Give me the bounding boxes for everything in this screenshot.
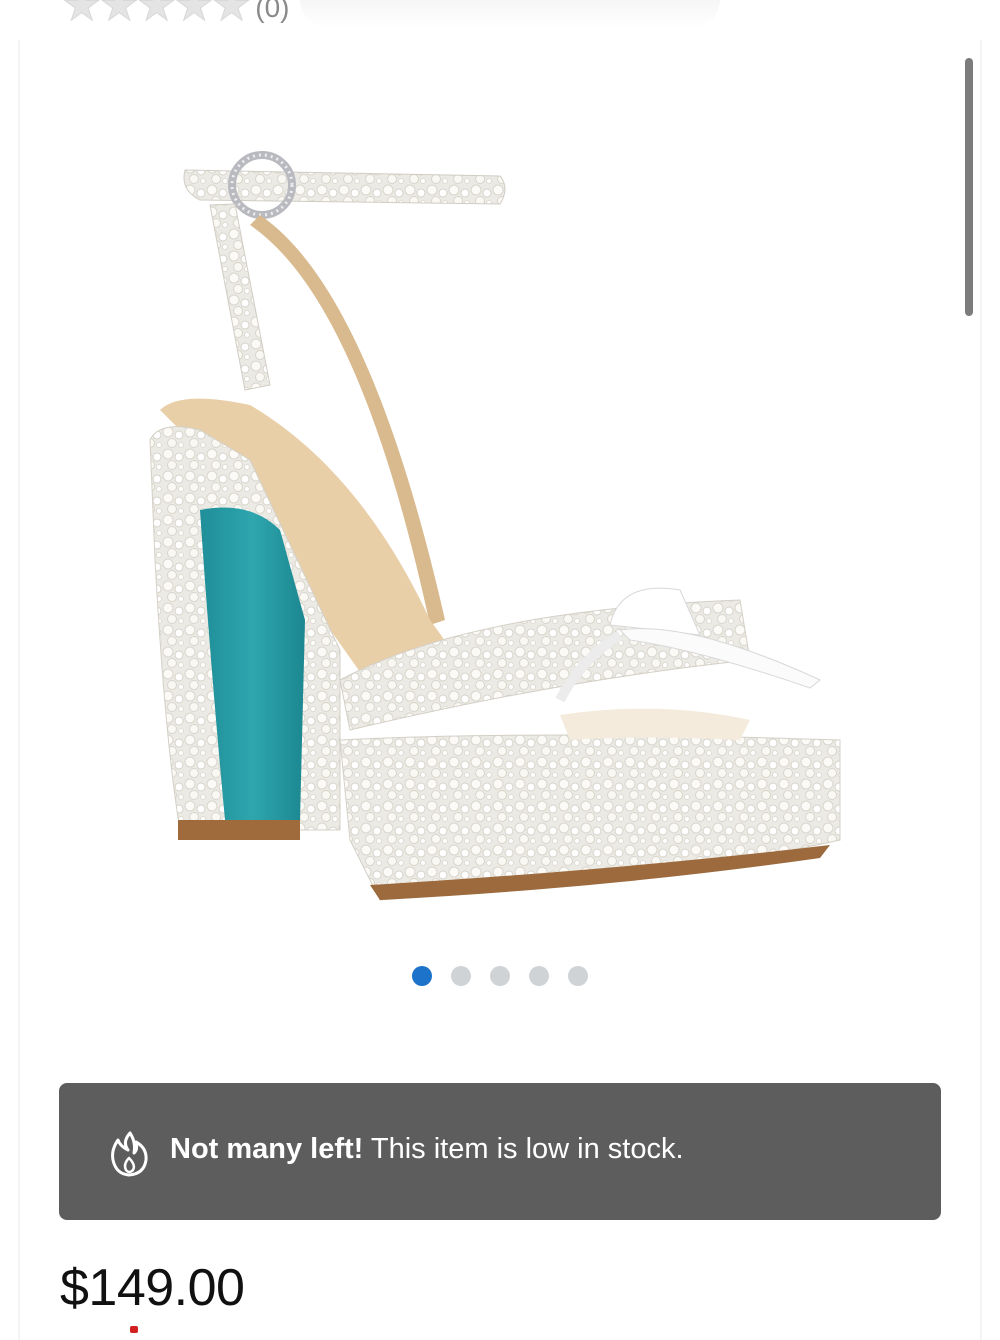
low-stock-detail: This item is low in stock. xyxy=(370,1133,684,1165)
carousel-dot[interactable] xyxy=(490,966,510,986)
carousel-pagination xyxy=(0,966,1000,988)
scrollbar-thumb[interactable] xyxy=(965,58,973,316)
gallery-border xyxy=(980,40,982,1340)
review-count[interactable]: (0) xyxy=(255,0,289,24)
star-icon: ★ xyxy=(211,0,252,30)
star-icon: ★ xyxy=(136,0,177,30)
carousel-dot[interactable] xyxy=(412,966,432,986)
low-stock-message: Not many left! This item is low in stock… xyxy=(170,1133,684,1166)
star-rating[interactable]: ★ ★ ★ ★ ★ (0) xyxy=(61,0,289,30)
carousel-dot[interactable] xyxy=(568,966,588,986)
carousel-dot[interactable] xyxy=(451,966,471,986)
low-stock-heading: Not many left! xyxy=(170,1133,364,1165)
product-price: $149.00 xyxy=(60,1259,245,1317)
star-icon: ★ xyxy=(61,0,102,30)
product-image[interactable] xyxy=(140,140,860,930)
star-icon: ★ xyxy=(99,0,139,30)
header-shadow xyxy=(300,0,720,28)
star-icon: ★ xyxy=(174,0,214,30)
sale-indicator xyxy=(130,1326,138,1333)
carousel-dot[interactable] xyxy=(529,966,549,986)
flame-icon xyxy=(111,1131,148,1177)
